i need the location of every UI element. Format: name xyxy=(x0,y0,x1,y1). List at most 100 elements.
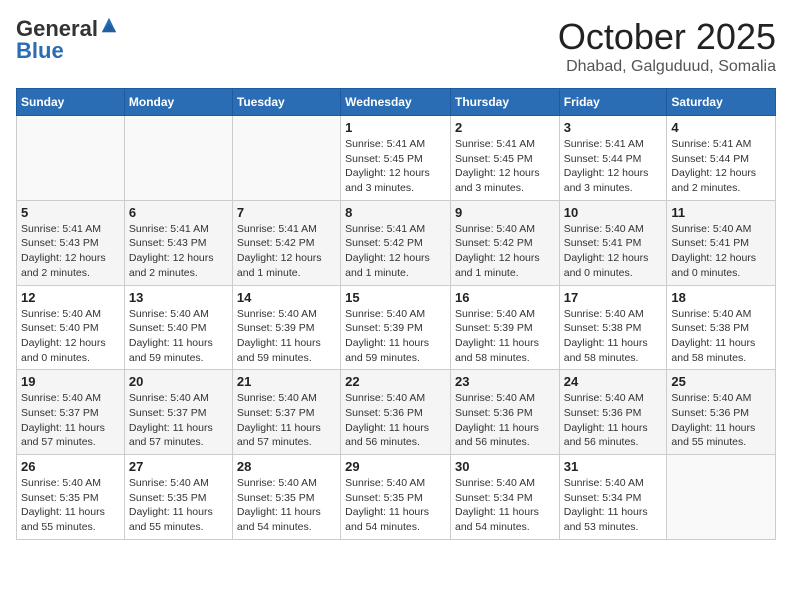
day-number: 2 xyxy=(455,120,555,135)
table-row: 26Sunrise: 5:40 AMSunset: 5:35 PMDayligh… xyxy=(17,455,125,540)
day-number: 4 xyxy=(671,120,771,135)
day-number: 7 xyxy=(237,205,336,220)
header-thursday: Thursday xyxy=(450,89,559,116)
logo: General Blue xyxy=(16,16,118,64)
day-info: Sunrise: 5:40 AMSunset: 5:39 PMDaylight:… xyxy=(345,307,446,366)
header-wednesday: Wednesday xyxy=(341,89,451,116)
table-row: 19Sunrise: 5:40 AMSunset: 5:37 PMDayligh… xyxy=(17,370,125,455)
day-info: Sunrise: 5:41 AMSunset: 5:44 PMDaylight:… xyxy=(671,137,771,196)
header-tuesday: Tuesday xyxy=(232,89,340,116)
day-info: Sunrise: 5:40 AMSunset: 5:36 PMDaylight:… xyxy=(455,391,555,450)
calendar-week-row: 5 Sunrise: 5:41 AMSunset: 5:43 PMDaylight… xyxy=(17,200,776,285)
day-info: Sunrise: 5:40 AMSunset: 5:42 PMDaylight:… xyxy=(455,222,555,281)
day-info: Sunrise: 5:41 AMSunset: 5:43 PMDaylight:… xyxy=(129,222,228,281)
day-number: 30 xyxy=(455,459,555,474)
day-info: Sunrise: 5:40 AMSunset: 5:38 PMDaylight:… xyxy=(671,307,771,366)
table-row: 13 Sunrise: 5:40 AMSunset: 5:40 PMDayligh… xyxy=(124,285,232,370)
table-row: 25 Sunrise: 5:40 AMSunset: 5:36 PMDayligh… xyxy=(667,370,776,455)
table-row: 4 Sunrise: 5:41 AMSunset: 5:44 PMDaylight… xyxy=(667,116,776,201)
table-row: 11 Sunrise: 5:40 AMSunset: 5:41 PMDayligh… xyxy=(667,200,776,285)
day-number: 3 xyxy=(564,120,663,135)
header-monday: Monday xyxy=(124,89,232,116)
table-row: 30 Sunrise: 5:40 AMSunset: 5:34 PMDayligh… xyxy=(450,455,559,540)
day-info: Sunrise: 5:40 AMSunset: 5:35 PMDaylight:… xyxy=(237,476,336,535)
day-info: Sunrise: 5:40 AMSunset: 5:34 PMDaylight:… xyxy=(564,476,663,535)
day-number: 11 xyxy=(671,205,771,220)
table-row: 28 Sunrise: 5:40 AMSunset: 5:35 PMDayligh… xyxy=(232,455,340,540)
day-number: 10 xyxy=(564,205,663,220)
table-row: 10 Sunrise: 5:40 AMSunset: 5:41 PMDayligh… xyxy=(559,200,667,285)
day-number: 22 xyxy=(345,374,446,389)
day-info: Sunrise: 5:40 AMSunset: 5:36 PMDaylight:… xyxy=(671,391,771,450)
day-number: 8 xyxy=(345,205,446,220)
day-number: 1 xyxy=(345,120,446,135)
table-row: 14 Sunrise: 5:40 AMSunset: 5:39 PMDayligh… xyxy=(232,285,340,370)
table-row: 2 Sunrise: 5:41 AMSunset: 5:45 PMDaylight… xyxy=(450,116,559,201)
table-row: 7Sunrise: 5:41 AMSunset: 5:42 PMDaylight… xyxy=(232,200,340,285)
day-info: Sunrise: 5:40 AMSunset: 5:38 PMDaylight:… xyxy=(564,307,663,366)
day-info: Sunrise: 5:40 AMSunset: 5:37 PMDaylight:… xyxy=(129,391,228,450)
header-saturday: Saturday xyxy=(667,89,776,116)
location-text: Dhabad, Galguduud, Somalia xyxy=(558,58,776,76)
table-row: 9Sunrise: 5:40 AMSunset: 5:42 PMDaylight… xyxy=(450,200,559,285)
table-row: 31Sunrise: 5:40 AMSunset: 5:34 PMDayligh… xyxy=(559,455,667,540)
weekday-header-row: Sunday Monday Tuesday Wednesday Thursday… xyxy=(17,89,776,116)
day-info: Sunrise: 5:40 AMSunset: 5:37 PMDaylight:… xyxy=(237,391,336,450)
day-info: Sunrise: 5:40 AMSunset: 5:35 PMDaylight:… xyxy=(345,476,446,535)
day-number: 25 xyxy=(671,374,771,389)
day-number: 16 xyxy=(455,290,555,305)
day-number: 5 xyxy=(21,205,120,220)
table-row: 3 Sunrise: 5:41 AMSunset: 5:44 PMDaylight… xyxy=(559,116,667,201)
day-info: Sunrise: 5:41 AMSunset: 5:45 PMDaylight:… xyxy=(345,137,446,196)
day-info: Sunrise: 5:40 AMSunset: 5:35 PMDaylight:… xyxy=(21,476,120,535)
title-block: October 2025 Dhabad, Galguduud, Somalia xyxy=(558,16,776,76)
table-row xyxy=(124,116,232,201)
day-number: 20 xyxy=(129,374,228,389)
table-row: 23Sunrise: 5:40 AMSunset: 5:36 PMDayligh… xyxy=(450,370,559,455)
calendar-week-row: 19Sunrise: 5:40 AMSunset: 5:37 PMDayligh… xyxy=(17,370,776,455)
day-number: 28 xyxy=(237,459,336,474)
table-row: 21 Sunrise: 5:40 AMSunset: 5:37 PMDayligh… xyxy=(232,370,340,455)
table-row: 15 Sunrise: 5:40 AMSunset: 5:39 PMDayligh… xyxy=(341,285,451,370)
table-row xyxy=(667,455,776,540)
day-info: Sunrise: 5:40 AMSunset: 5:39 PMDaylight:… xyxy=(237,307,336,366)
day-number: 29 xyxy=(345,459,446,474)
day-info: Sunrise: 5:40 AMSunset: 5:40 PMDaylight:… xyxy=(21,307,120,366)
day-number: 15 xyxy=(345,290,446,305)
day-number: 27 xyxy=(129,459,228,474)
table-row: 18 Sunrise: 5:40 AMSunset: 5:38 PMDayligh… xyxy=(667,285,776,370)
day-number: 18 xyxy=(671,290,771,305)
day-info: Sunrise: 5:40 AMSunset: 5:41 PMDaylight:… xyxy=(564,222,663,281)
page-header: General Blue October 2025 Dhabad, Galgud… xyxy=(16,16,776,76)
day-info: Sunrise: 5:40 AMSunset: 5:34 PMDaylight:… xyxy=(455,476,555,535)
calendar-week-row: 1 Sunrise: 5:41 AMSunset: 5:45 PMDaylight… xyxy=(17,116,776,201)
calendar-table: Sunday Monday Tuesday Wednesday Thursday… xyxy=(16,88,776,540)
table-row: 29 Sunrise: 5:40 AMSunset: 5:35 PMDayligh… xyxy=(341,455,451,540)
day-number: 17 xyxy=(564,290,663,305)
header-sunday: Sunday xyxy=(17,89,125,116)
table-row: 20 Sunrise: 5:40 AMSunset: 5:37 PMDayligh… xyxy=(124,370,232,455)
day-info: Sunrise: 5:40 AMSunset: 5:36 PMDaylight:… xyxy=(564,391,663,450)
table-row: 8Sunrise: 5:41 AMSunset: 5:42 PMDaylight… xyxy=(341,200,451,285)
day-number: 14 xyxy=(237,290,336,305)
day-info: Sunrise: 5:41 AMSunset: 5:45 PMDaylight:… xyxy=(455,137,555,196)
day-info: Sunrise: 5:40 AMSunset: 5:40 PMDaylight:… xyxy=(129,307,228,366)
day-number: 12 xyxy=(21,290,120,305)
logo-icon xyxy=(100,16,118,34)
header-friday: Friday xyxy=(559,89,667,116)
table-row: 17 Sunrise: 5:40 AMSunset: 5:38 PMDayligh… xyxy=(559,285,667,370)
day-info: Sunrise: 5:40 AMSunset: 5:41 PMDaylight:… xyxy=(671,222,771,281)
day-number: 21 xyxy=(237,374,336,389)
day-info: Sunrise: 5:41 AMSunset: 5:44 PMDaylight:… xyxy=(564,137,663,196)
day-info: Sunrise: 5:40 AMSunset: 5:39 PMDaylight:… xyxy=(455,307,555,366)
table-row xyxy=(232,116,340,201)
table-row: 5 Sunrise: 5:41 AMSunset: 5:43 PMDaylight… xyxy=(17,200,125,285)
table-row: 12 Sunrise: 5:40 AMSunset: 5:40 PMDayligh… xyxy=(17,285,125,370)
table-row: 24Sunrise: 5:40 AMSunset: 5:36 PMDayligh… xyxy=(559,370,667,455)
calendar-week-row: 12 Sunrise: 5:40 AMSunset: 5:40 PMDayligh… xyxy=(17,285,776,370)
table-row: 1 Sunrise: 5:41 AMSunset: 5:45 PMDaylight… xyxy=(341,116,451,201)
month-title: October 2025 xyxy=(558,16,776,58)
day-info: Sunrise: 5:41 AMSunset: 5:43 PMDaylight:… xyxy=(21,222,120,281)
day-number: 13 xyxy=(129,290,228,305)
day-number: 6 xyxy=(129,205,228,220)
